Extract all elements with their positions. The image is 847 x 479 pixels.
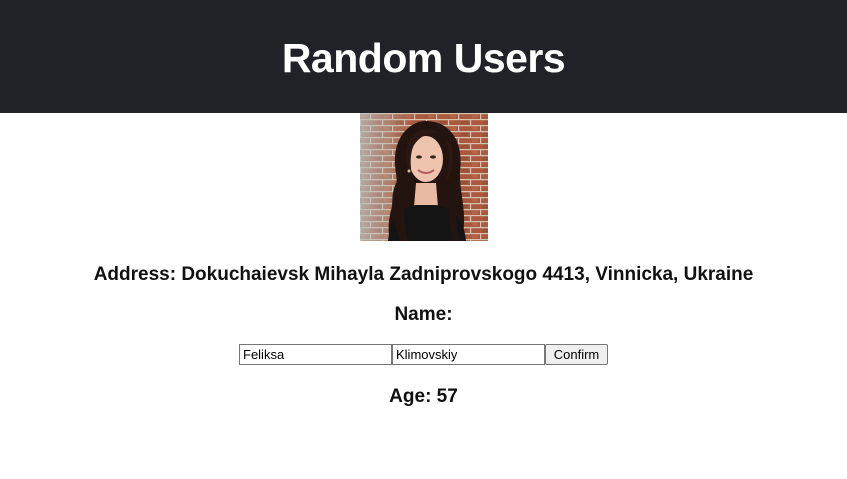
app-root: Random Users Address: Dokuchaievsk Mihay… bbox=[0, 0, 847, 479]
name-edit-row: Confirm bbox=[239, 344, 608, 365]
confirm-button[interactable]: Confirm bbox=[545, 344, 608, 365]
user-address: Address: Dokuchaievsk Mihayla Zadniprovs… bbox=[93, 264, 754, 285]
page-title: Random Users bbox=[281, 35, 566, 81]
last-name-input[interactable] bbox=[392, 344, 545, 365]
user-age: Age: 57 bbox=[389, 386, 458, 407]
name-label: Name: bbox=[394, 304, 453, 325]
user-card: Address: Dokuchaievsk Mihayla Zadniprovs… bbox=[0, 113, 847, 409]
first-name-input[interactable] bbox=[239, 344, 392, 365]
user-avatar bbox=[359, 113, 488, 241]
app-header: Random Users bbox=[0, 0, 847, 113]
